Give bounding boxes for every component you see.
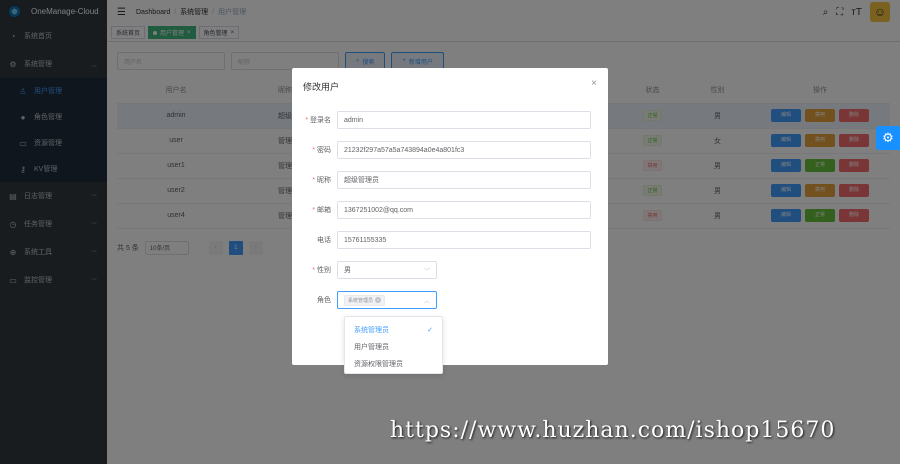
form-row-gender: * 性别 男 ﹀ [292,261,437,279]
check-icon: ✓ [427,326,433,334]
form-label: 电话 [292,235,337,245]
dialog-title: 修改用户 [303,82,340,92]
email-label: 邮箱 [317,207,331,214]
form-label: * 邮箱 [312,207,331,214]
edit-user-dialog: 修改用户 × * 登录名 admin * 密码 21232f297a57a5a743… [292,68,608,365]
role-option-resource-admin[interactable]: 资源权限管理员 [345,355,442,372]
settings-gear-icon[interactable]: ⚙ [876,126,900,150]
form-label: * 性别 [312,267,331,274]
role-chip: 系统管理员 × [344,294,386,306]
form-label: * 昵称 [312,177,331,184]
form-row-login: * 登录名 admin [292,111,591,129]
gender-select[interactable]: 男 ﹀ [337,261,437,279]
form-row-role: 角色 系统管理员 × ︿ [292,291,437,309]
form-label: * 登录名 [305,117,331,124]
password-field[interactable]: 21232f297a57a5a743894a0e4a801fc3 [337,141,591,159]
phone-label: 电话 [317,237,331,244]
login-name-field[interactable]: admin [337,111,591,129]
role-option-system-admin[interactable]: 系统管理员 ✓ [345,321,442,338]
phone-field[interactable]: 15761155335 [337,231,591,249]
form-row-nickname: * 昵称 超级管理员 [292,171,591,189]
gender-label: 性别 [317,267,331,274]
chip-close-icon[interactable]: × [375,297,382,303]
login-label: 登录名 [310,117,331,124]
role-select[interactable]: 系统管理员 × ︿ [337,291,437,309]
role-chip-label: 系统管理员 [348,297,374,304]
close-icon[interactable]: × [591,78,597,89]
password-label: 密码 [317,147,331,154]
option-label: 用户管理员 [354,343,389,351]
nickname-label: 昵称 [317,177,331,184]
option-label: 系统管理员 [354,326,389,334]
watermark: https://www.huzhan.com/ishop15670 [390,418,836,443]
form-row-password: * 密码 21232f297a57a5a743894a0e4a801fc3 [292,141,591,159]
role-option-user-admin[interactable]: 用户管理员 [345,338,442,355]
email-field[interactable]: 1367251002@qq.com [337,201,591,219]
form-row-phone: 电话 15761155335 [292,231,591,249]
form-label: 角色 [292,295,337,305]
chevron-up-icon: ︿ [423,298,430,305]
form-row-email: * 邮箱 1367251002@qq.com [292,201,591,219]
option-label: 资源权限管理员 [354,360,403,368]
chevron-down-icon: ﹀ [423,268,430,275]
role-dropdown: 系统管理员 ✓ 用户管理员 资源权限管理员 [344,316,443,374]
role-label: 角色 [317,297,331,304]
form-label: * 密码 [312,147,331,154]
nickname-field[interactable]: 超级管理员 [337,171,591,189]
gender-value: 男 [344,267,351,274]
